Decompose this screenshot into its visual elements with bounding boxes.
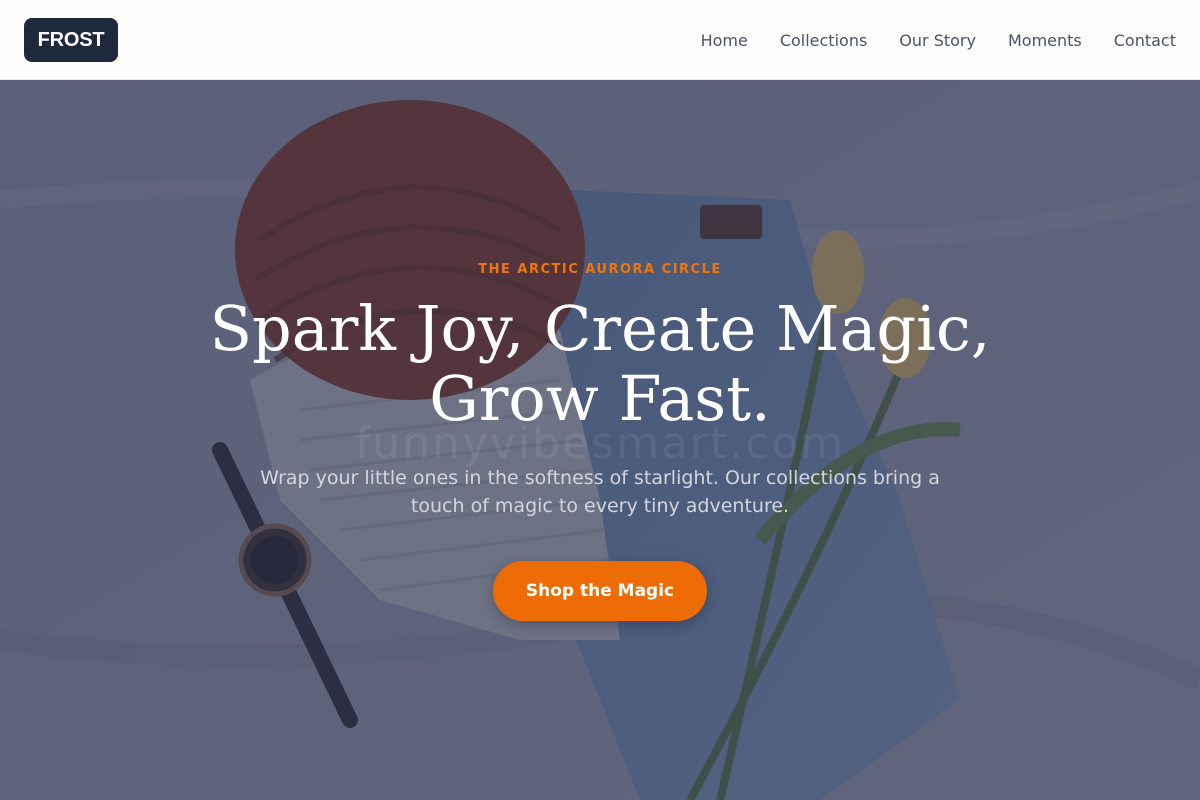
- hero-section: funnyvibesmart.com THE ARCTIC AURORA CIR…: [0, 80, 1200, 800]
- nav-link-contact[interactable]: Contact: [1114, 31, 1176, 50]
- nav-link-our-story[interactable]: Our Story: [899, 31, 976, 50]
- hero-content: funnyvibesmart.com THE ARCTIC AURORA CIR…: [0, 80, 1200, 800]
- shop-the-magic-button[interactable]: Shop the Magic: [493, 561, 707, 621]
- hero-eyebrow: THE ARCTIC AURORA CIRCLE: [478, 262, 722, 277]
- logo[interactable]: FROST: [24, 18, 118, 62]
- nav-link-collections[interactable]: Collections: [780, 31, 867, 50]
- hero-subtitle: Wrap your little ones in the softness of…: [260, 467, 940, 517]
- hero-title: Spark Joy, Create Magic, Grow Fast.: [209, 292, 991, 435]
- nav-link-home[interactable]: Home: [701, 31, 748, 50]
- nav-link-moments[interactable]: Moments: [1008, 31, 1082, 50]
- site-header: FROST Home Collections Our Story Moments…: [0, 0, 1200, 80]
- main-nav: Home Collections Our Story Moments Conta…: [701, 0, 1176, 80]
